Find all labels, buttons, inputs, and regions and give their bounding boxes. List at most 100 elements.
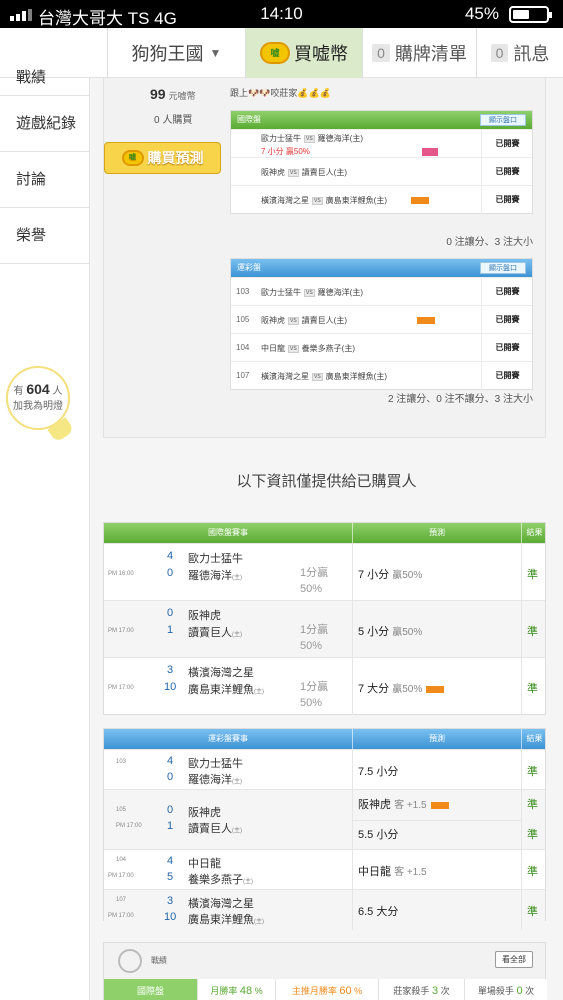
list-item: 阪神虎 VS 讀賣巨人(主) 已開賽 [231, 157, 532, 186]
intl-box-header: 國際盤 顯示盤口 [231, 111, 532, 129]
result-badge: 準 [527, 569, 538, 581]
prediction-text: 5 小分 [358, 626, 390, 638]
purchase-list-tab[interactable]: 0 購牌清單 [362, 28, 476, 78]
home-team: 羅德海洋(主) [317, 288, 363, 297]
home-team-cell: 養樂多燕子(主) [188, 871, 253, 887]
away-team: 中日龍 [188, 858, 221, 870]
list-item: 歐力士猛牛 VS 羅德海洋(主) 7 小分 贏50% 已開賽 [231, 129, 532, 158]
intl-summary: 0 注讓分、3 注大小 [446, 237, 533, 248]
vs-icon: VS [304, 288, 315, 297]
coin-icon: 嘘 [260, 42, 290, 64]
purchase-list-label: 購牌清單 [394, 44, 467, 64]
table-row: PM 17:00 0 阪神虎 1 讀賣巨人(主) 1分贏50% 5 小分 贏50… [104, 600, 545, 658]
dog-kingdom-menu[interactable]: 狗狗王國 ▼ [108, 28, 246, 78]
game-status: 已開賽 [481, 334, 533, 362]
sidebar-item-game-log[interactable]: 遊戲紀錄 [0, 96, 90, 152]
show-odds-button[interactable]: 顯示盤口 [480, 262, 526, 274]
home-score: 5 [167, 871, 174, 883]
buy-prediction-label: 購買預測 [147, 150, 204, 166]
trophy-icon [118, 949, 142, 973]
cell-divider [352, 544, 353, 601]
pick-detail: 7 小分 贏50% [261, 146, 438, 157]
record-stats-row: 國際盤 月勝率 48 % 主推月勝率 60 % 莊家殺手 3 次 單場殺手 0 … [104, 979, 547, 1000]
home-team: 養樂多燕子(主) [301, 344, 355, 353]
away-team: 橫濱海灣之星 [261, 196, 309, 205]
view-all-button[interactable]: 看全部 [495, 951, 533, 968]
messages-label: 訊息 [513, 44, 550, 64]
away-team: 阪神虎 [188, 610, 221, 622]
sidebar-item-label: 討論 [16, 171, 47, 188]
game-number: 105 [116, 807, 127, 813]
prediction-pct: 贏50% [392, 627, 423, 638]
prediction: 7 大分 贏50% [358, 680, 445, 696]
home-marker: (主) [243, 879, 253, 885]
away-team: 阪神虎 [188, 807, 221, 819]
home-team: 廣島東洋鯉魚 [188, 684, 254, 696]
away-team: 橫濱海灣之星 [261, 372, 309, 381]
sidebar-item-record[interactable]: 戰績 [0, 66, 90, 96]
status-bar: 台灣大哥大 TS 4G 14:10 45% [0, 0, 563, 28]
col-header-games: 運彩盤賽事 [208, 734, 248, 743]
matchup: 阪神虎 VS 讀賣巨人(主) [261, 315, 435, 326]
handicap: 1分贏50% [300, 624, 329, 652]
sidebar-item-label: 遊戲紀錄 [16, 115, 77, 132]
home-marker: (主) [232, 575, 242, 581]
col-header-prediction: 預測 [429, 734, 445, 743]
buy-prediction-button[interactable]: 嘘購買預測 [104, 142, 221, 174]
prediction-tag: 客 +1.5 [394, 800, 427, 811]
home-team-cell: 讀賣巨人(主) [188, 624, 242, 640]
prediction-text: 阪神虎 [358, 799, 391, 811]
hot-tag-icon [421, 147, 438, 156]
show-odds-button[interactable]: 顯示盤口 [480, 114, 526, 126]
prediction-text: 7 小分 [358, 569, 390, 581]
home-team: 羅德海洋 [188, 774, 232, 786]
matchup: 中日龍 VS 養樂多燕子(主) [261, 343, 355, 354]
away-team: 橫濱海灣之星 [188, 898, 254, 910]
stat-monthly-win-rate: 月勝率 48 % [198, 979, 276, 1000]
game-time: PM 17:00 [108, 628, 134, 634]
bulb-count: 有 604 人 [8, 381, 68, 397]
price-value: 99 [150, 86, 166, 102]
game-status: 已開賽 [481, 186, 533, 214]
cell-divider [352, 750, 353, 790]
home-marker: (主) [254, 919, 264, 925]
away-score: 0 [167, 804, 174, 816]
price-unit: 元嘘幣 [168, 91, 196, 101]
stat-label: 單場殺手 [477, 986, 514, 996]
away-score: 4 [167, 755, 174, 767]
vs-icon: VS [304, 134, 315, 143]
messages-tab[interactable]: 0 訊息 [476, 28, 563, 78]
prediction-pct: 贏50% [392, 570, 423, 581]
prediction-tag: 客 +1.5 [394, 867, 427, 878]
sidebar-item-honor[interactable]: 榮譽 [0, 208, 90, 264]
price: 99 元嘘幣 [150, 86, 196, 102]
prediction-text: 中日龍 [358, 866, 391, 878]
list-item: 105 阪神虎 VS 讀賣巨人(主) 已開賽 [231, 305, 532, 334]
stat-label: 莊家殺手 [393, 986, 430, 996]
bulb-base-icon [47, 417, 75, 443]
follow-light-bulb[interactable]: 有 604 人 加我為明燈 [6, 366, 75, 443]
lottery-results-table: 運彩盤賽事 預測 結果 103 4 歐力士猛牛 0 羅德海洋(主) 7.5 小分… [103, 728, 546, 930]
col-header-prediction: 預測 [429, 528, 445, 537]
col-header-games: 國際盤賽事 [208, 528, 248, 537]
cell-divider [352, 850, 353, 890]
battery-icon [509, 6, 552, 23]
home-team: 讀賣巨人(主) [301, 316, 347, 325]
main-pick-tag-icon [411, 197, 429, 205]
game-number: 107 [116, 897, 127, 903]
pick-text: 7 小分 贏50% [261, 147, 310, 156]
table-row: 105 PM 17:00 0 阪神虎 1 讀賣巨人(主) 阪神虎 客 +1.5 … [104, 789, 545, 850]
game-status: 已開賽 [481, 362, 533, 390]
prediction: 5 小分 贏50% [358, 623, 422, 639]
buy-coins-tab[interactable]: 嘘買嘘幣 [246, 28, 362, 78]
handicap: 1分贏50% [300, 681, 329, 709]
sidebar-item-discuss[interactable]: 討論 [0, 152, 90, 208]
list-item: 103 歐力士猛牛 VS 羅德海洋(主) 已開賽 [231, 277, 532, 306]
matchup: 歐力士猛牛 VS 羅德海洋(主) [261, 287, 363, 298]
matchup: 歐力士猛牛 VS 羅德海洋(主) [261, 133, 363, 144]
bulb-caption: 加我為明燈 [13, 401, 63, 412]
stat-tab-intl[interactable]: 國際盤 [104, 979, 198, 1000]
battery-percent: 45% [464, 4, 499, 23]
home-team: 廣島東洋鯉魚(主) [325, 372, 387, 381]
lottery-summary: 2 注讓分、0 注不讓分、3 注大小 [387, 394, 533, 405]
